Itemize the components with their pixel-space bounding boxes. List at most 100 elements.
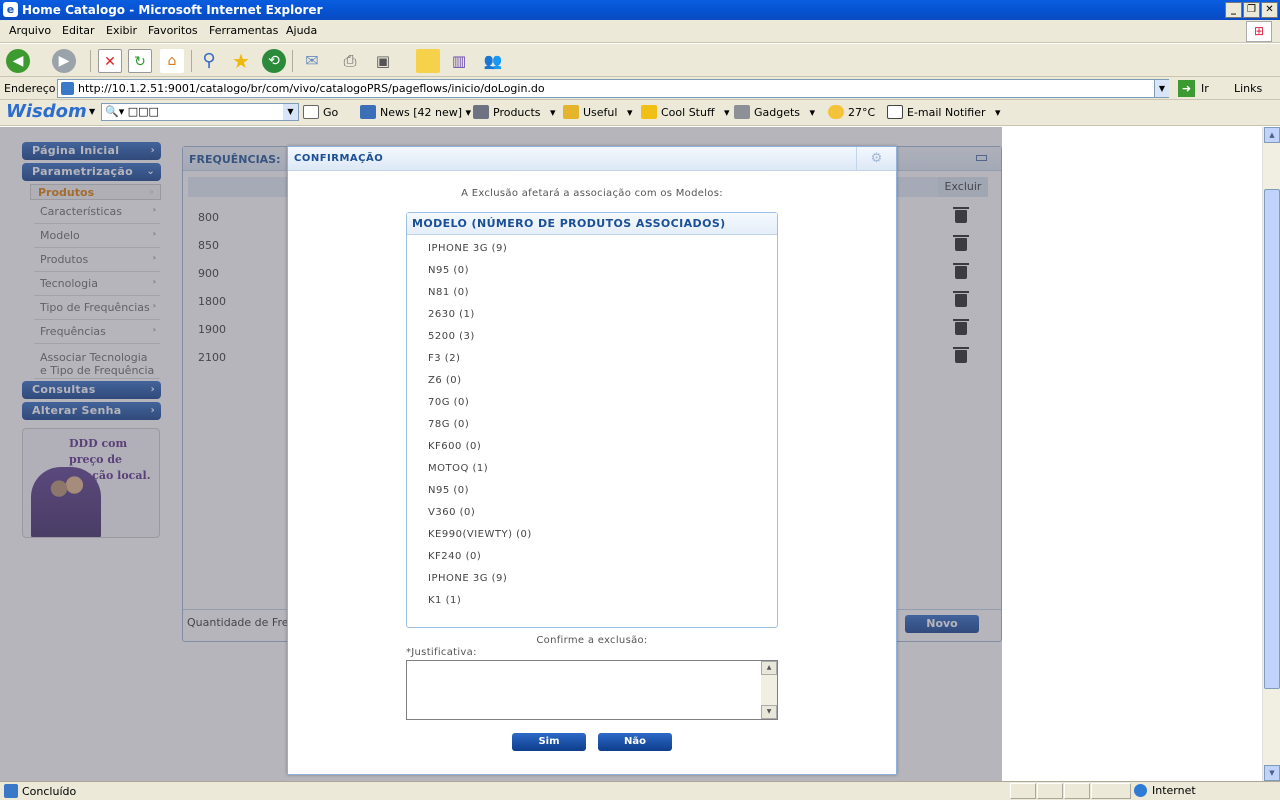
wisdom-search-value: 🔍▾ □□□ [105, 105, 159, 118]
cool-stuff-button[interactable]: Cool Stuff ▾ [641, 105, 730, 119]
mail-icon[interactable]: ✉ [300, 49, 324, 73]
list-item: 70G (0) [428, 397, 470, 408]
status-pane [1091, 783, 1131, 799]
email-notifier-button[interactable]: E-mail Notifier ▾ [887, 105, 1001, 119]
zone-label: Internet [1152, 784, 1196, 797]
address-label: Endereço [4, 82, 56, 95]
stop-icon[interactable]: ✕ [98, 49, 122, 73]
menu-ajuda[interactable]: Ajuda [286, 24, 317, 37]
research-icon[interactable]: ▥ [447, 49, 471, 73]
weather-sun-icon [828, 105, 844, 119]
wisdom-go-button[interactable]: Go [303, 105, 338, 119]
search-icon[interactable]: ⚲ [197, 49, 221, 73]
list-item: V360 (0) [428, 507, 476, 518]
list-item: KF240 (0) [428, 551, 482, 562]
notes-icon[interactable] [416, 49, 440, 73]
useful-icon [563, 105, 579, 119]
security-zone[interactable]: Internet [1134, 784, 1196, 797]
scroll-up-icon[interactable]: ▲ [1264, 127, 1280, 143]
history-icon[interactable]: ⟲ [262, 49, 286, 73]
minimize-button[interactable]: _ [1225, 2, 1242, 18]
globe-icon [1134, 784, 1147, 797]
menu-ferramentas[interactable]: Ferramentas [209, 24, 278, 37]
list-item: IPHONE 3G (9) [428, 243, 508, 254]
gadgets-icon [734, 105, 750, 119]
dialog-header: CONFIRMAÇÃO ⚙ [288, 147, 896, 171]
justificativa-label: *Justificativa: [406, 647, 477, 658]
scroll-down-icon[interactable]: ▼ [761, 705, 777, 719]
page-done-icon [4, 784, 18, 798]
gadgets-button[interactable]: Gadgets ▾ [734, 105, 815, 119]
scrollbar-thumb[interactable] [1264, 189, 1280, 689]
favorites-icon[interactable]: ★ [229, 49, 253, 73]
statusbar: Concluído Internet [0, 781, 1280, 800]
list-item: N95 (0) [428, 485, 470, 496]
wisdom-menu-icon[interactable]: ▼ [89, 107, 95, 116]
wisdom-go-label: Go [323, 106, 339, 119]
nao-button[interactable]: Não [598, 733, 672, 751]
list-item: N95 (0) [428, 265, 470, 276]
justificativa-field[interactable] [406, 660, 778, 720]
gadgets-label: Gadgets [754, 106, 801, 119]
wisdom-search-dropdown-icon[interactable]: ▼ [283, 104, 298, 120]
products-button[interactable]: Products ▾ [473, 105, 556, 119]
page-icon [61, 82, 74, 95]
go-button[interactable]: ➜ Ir [1178, 80, 1209, 97]
home-icon[interactable]: ⌂ [160, 49, 184, 73]
status-pane [1037, 783, 1063, 799]
list-item: KE990(VIEWTY) (0) [428, 529, 532, 540]
sim-button[interactable]: Sim [512, 733, 586, 751]
page-scrollbar[interactable]: ▲ ▼ [1262, 127, 1280, 781]
wisdom-logo[interactable]: Wisdom [6, 101, 87, 122]
list-item: N81 (0) [428, 287, 470, 298]
news-button[interactable]: News [42 new] ▾ [360, 105, 471, 119]
wisdom-search-input[interactable]: 🔍▾ □□□ ▼ [101, 103, 299, 121]
news-label: News [42 new] [380, 106, 463, 119]
status-pane [1010, 783, 1036, 799]
go-icon [303, 105, 319, 119]
close-button[interactable]: ✕ [1261, 2, 1278, 18]
scroll-up-icon[interactable]: ▲ [761, 661, 777, 675]
page-viewport: Página Inicial › Parametrização ⌄ Produtos… [0, 127, 1262, 781]
toolbar: ◀ ▶ ✕ ↻ ⌂ ⚲ ★ ⟲ ✉ ⎙ ▣ ▥ 👥 [0, 44, 1280, 77]
menu-favoritos[interactable]: Favoritos [148, 24, 198, 37]
cool-stuff-label: Cool Stuff [661, 106, 715, 119]
email-icon [887, 105, 903, 119]
address-dropdown-icon[interactable]: ▼ [1154, 80, 1169, 97]
scroll-down-icon[interactable]: ▼ [1264, 765, 1280, 781]
menu-arquivo[interactable]: Arquivo [9, 24, 51, 37]
messenger-icon[interactable]: 👥 [481, 49, 505, 73]
menu-editar[interactable]: Editar [62, 24, 95, 37]
window-title: Home Catalogo - Microsoft Internet Explo… [22, 3, 323, 17]
window-titlebar: e Home Catalogo - Microsoft Internet Exp… [0, 0, 1280, 20]
address-input[interactable]: http://10.1.2.51:9001/catalogo/br/com/vi… [57, 79, 1169, 98]
status-pane [1064, 783, 1090, 799]
forward-icon[interactable]: ▶ [52, 49, 76, 73]
ie-icon: e [3, 2, 18, 17]
list-item: KF600 (0) [428, 441, 482, 452]
list-item: 2630 (1) [428, 309, 475, 320]
maximize-button[interactable]: ❐ [1243, 2, 1260, 18]
products-label: Products [493, 106, 541, 119]
models-list-header: MODELO (NÚMERO DE PRODUTOS ASSOCIADOS) [407, 213, 777, 235]
refresh-icon[interactable]: ↻ [128, 49, 152, 73]
windows-logo-icon: ⊞ [1246, 21, 1272, 42]
back-icon[interactable]: ◀ [6, 49, 30, 73]
list-item: 78G (0) [428, 419, 470, 430]
dialog-intro: A Exclusão afetará a associação com os M… [461, 188, 723, 199]
print-icon[interactable]: ⎙ [338, 49, 362, 73]
wisdom-toolbar: Wisdom ▼ 🔍▾ □□□ ▼ Go News [42 new] ▾ Pro… [0, 100, 1280, 126]
textarea-scrollbar[interactable]: ▲ ▼ [761, 661, 777, 719]
weather-label: 27°C [848, 106, 876, 119]
list-item: F3 (2) [428, 353, 461, 364]
gear-icon[interactable]: ⚙ [856, 147, 896, 171]
useful-button[interactable]: Useful ▾ [563, 105, 632, 119]
edit-icon[interactable]: ▣ [371, 49, 395, 73]
email-label: E-mail Notifier [907, 106, 986, 119]
weather-button[interactable]: 27°C [828, 105, 875, 119]
lightning-icon [641, 105, 657, 119]
menu-exibir[interactable]: Exibir [106, 24, 137, 37]
addressbar: Endereço http://10.1.2.51:9001/catalogo/… [0, 77, 1280, 100]
links-button[interactable]: Links [1234, 82, 1262, 95]
go-arrow-icon: ➜ [1178, 80, 1195, 97]
